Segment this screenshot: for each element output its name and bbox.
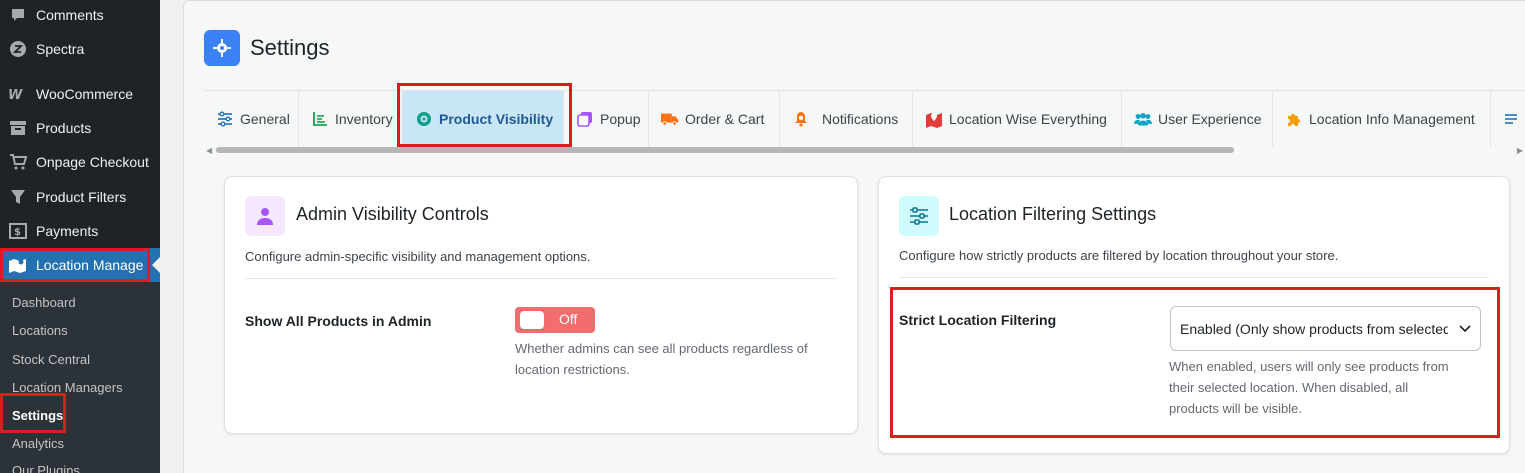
tab-location-wise-everything[interactable]: Location Wise Everything [913,91,1122,147]
tab-general[interactable]: General [204,91,299,147]
chart-icon [311,110,329,128]
menu-label: Spectra [36,41,85,57]
submenu-stock-central[interactable]: Stock Central [12,352,90,367]
menu-comments[interactable]: Comments [0,0,160,32]
submenu-our-plugins[interactable]: Our Plugins [12,463,80,473]
submenu-settings[interactable]: Settings [12,408,63,423]
menu-woocommerce[interactable]: W WooCommerce [0,77,160,111]
menu-location-manage[interactable]: Location Manage [0,248,160,282]
admin-card-title: Admin Visibility Controls [296,204,489,224]
menu-label: Product Filters [36,189,127,205]
tab-order-cart[interactable]: Order & Cart [649,91,780,147]
tab-label: General [240,111,290,127]
settings-tabbar: General Inventory Product Visibility Pop… [204,90,1525,147]
menu-products[interactable]: Products [0,111,160,145]
help-line: Whether admins can see all products rega… [515,341,808,356]
tab-label: Product Visibility [439,111,554,127]
menu-spectra[interactable]: Spectra [0,32,160,66]
menu-label: WooCommerce [36,86,133,102]
help-line: products will be visible. [1169,401,1302,416]
menu-label: Comments [36,7,104,23]
archive-icon [8,118,28,138]
tab-overflow[interactable] [1491,91,1525,147]
chevron-down-icon [1459,325,1471,333]
filtering-card-divider [899,277,1489,278]
submenu-analytics[interactable]: Analytics [12,436,64,451]
tabs-scrollbar[interactable]: ◀ ▶ [204,146,1525,155]
tab-label: Location Info Management [1309,111,1475,127]
tab-label: User Experience [1158,111,1262,127]
filter-icon [8,187,28,207]
truck-icon [661,110,679,128]
submenu-location-managers[interactable]: Location Managers [12,380,123,395]
menu-product-filters[interactable]: Product Filters [0,180,160,214]
menu-label: Location Manage [36,257,144,273]
svg-text:W: W [8,88,23,101]
users-icon [1134,110,1152,128]
tab-notifications[interactable]: Notifications [780,91,913,147]
admin-card-description: Configure admin-specific visibility and … [245,249,591,264]
map-marker-icon [925,110,943,128]
cart-icon [8,152,28,172]
submenu-locations[interactable]: Locations [12,323,68,338]
strict-filtering-label: Strict Location Filtering [899,312,1057,328]
menu-onpage-checkout[interactable]: Onpage Checkout [0,145,160,179]
popup-icon [576,110,594,128]
tab-popup[interactable]: Popup [564,91,649,147]
tab-inventory[interactable]: Inventory [299,91,403,147]
page-title: Settings [250,35,330,60]
spectra-icon [8,39,28,59]
eye-icon [415,110,433,128]
menu-label: Products [36,120,92,136]
tab-label: Location Wise Everything [949,111,1107,127]
admin-card-divider [245,278,837,279]
comment-icon [8,5,28,25]
bell-icon [792,110,810,128]
strict-filtering-select[interactable]: Enabled (Only show products from selecte… [1170,306,1481,351]
tab-location-info-management[interactable]: Location Info Management [1273,91,1491,147]
list-icon [1503,110,1519,128]
scroll-left-arrow-icon[interactable]: ◀ [206,146,212,155]
toggle-state-label: Off [559,311,578,327]
tab-label: Popup [600,111,641,127]
toggle-knob [520,311,544,329]
menu-payments[interactable]: $ Payments [0,214,160,248]
admin-sidebar: Comments Spectra W WooCommerce Products … [0,0,160,473]
menu-label: Payments [36,223,99,239]
filter-sliders-icon [899,196,939,236]
sliders-icon [216,110,234,128]
scrollbar-thumb[interactable] [216,147,1234,153]
help-line: When enabled, users will only see produc… [1169,359,1449,374]
tab-label: Order & Cart [685,111,765,127]
woocommerce-icon: W [8,84,28,104]
scroll-right-arrow-icon[interactable]: ▶ [1517,146,1523,155]
help-line: location restrictions. [515,362,630,377]
settings-gear-icon [204,30,240,66]
svg-text:$: $ [14,227,21,238]
location-submenu: Dashboard Locations Stock Central Locati… [0,282,160,473]
user-icon [245,196,285,236]
payments-icon: $ [8,221,28,241]
help-line: their selected location. When disabled, … [1169,380,1409,395]
filtering-card-title: Location Filtering Settings [949,204,1157,224]
filtering-card-description: Configure how strictly products are filt… [899,248,1339,263]
show-all-products-help: Whether admins can see all products rega… [515,338,808,380]
show-all-products-toggle[interactable]: Off [515,307,595,333]
select-value: Enabled (Only show products from selecte… [1180,321,1448,337]
tab-product-visibility[interactable]: Product Visibility [403,91,564,147]
map-icon [8,255,28,275]
show-all-products-label: Show All Products in Admin [245,313,432,329]
strict-filtering-help: When enabled, users will only see produc… [1169,356,1449,419]
tab-label: Notifications [822,111,899,127]
puzzle-icon [1285,110,1303,128]
menu-label: Onpage Checkout [36,154,149,170]
tab-user-experience[interactable]: User Experience [1122,91,1273,147]
submenu-dashboard[interactable]: Dashboard [12,295,76,310]
tab-label: Inventory [335,111,393,127]
